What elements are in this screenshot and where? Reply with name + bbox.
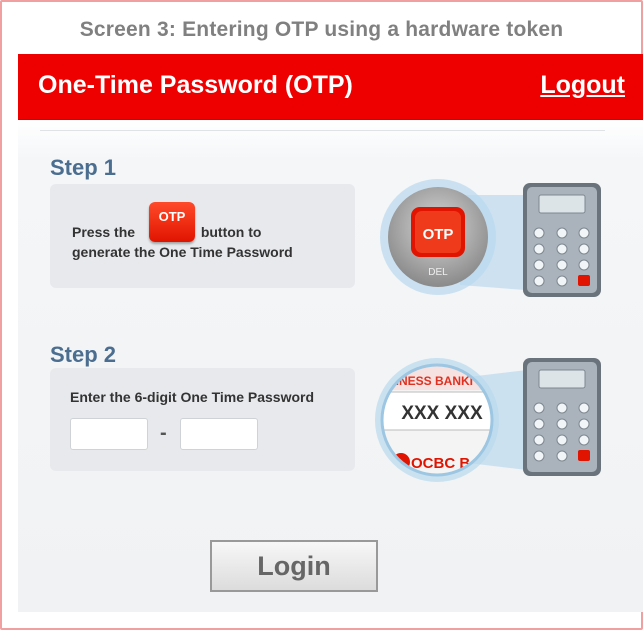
token-screen-illustration: USINESS BANKI XXX XXX OCBC B: [375, 358, 601, 482]
screen-caption: Screen 3: Entering OTP using a hardware …: [79, 18, 564, 41]
otp-first-half-input[interactable]: [70, 418, 148, 450]
step2-instruction: Enter the 6-digit One Time Password: [70, 389, 315, 405]
zoom-screen-code: XXX XXX: [401, 403, 483, 424]
step1-text-before: Press the: [72, 224, 136, 240]
step2-title: Step 2: [50, 342, 117, 367]
token-otp-illustration: OTP DEL: [380, 179, 601, 297]
step1-title: Step 1: [50, 155, 117, 180]
logout-link[interactable]: Logout: [540, 71, 625, 100]
zoom-otp-label: OTP: [423, 226, 454, 243]
page-title: One-Time Password (OTP): [38, 71, 353, 99]
otp-second-half-input[interactable]: [180, 418, 258, 450]
login-button[interactable]: Login: [210, 540, 378, 592]
divider: [40, 130, 605, 131]
step1-text-after: button to: [200, 224, 262, 240]
step1-text-line2: generate the One Time Password: [72, 244, 293, 260]
otp-button-illustration: OTP: [149, 202, 195, 242]
otp-header-bar: One-Time Password (OTP) Logout: [18, 54, 643, 122]
zoom-del-label: DEL: [428, 267, 448, 278]
otp-separator: -: [160, 422, 167, 444]
